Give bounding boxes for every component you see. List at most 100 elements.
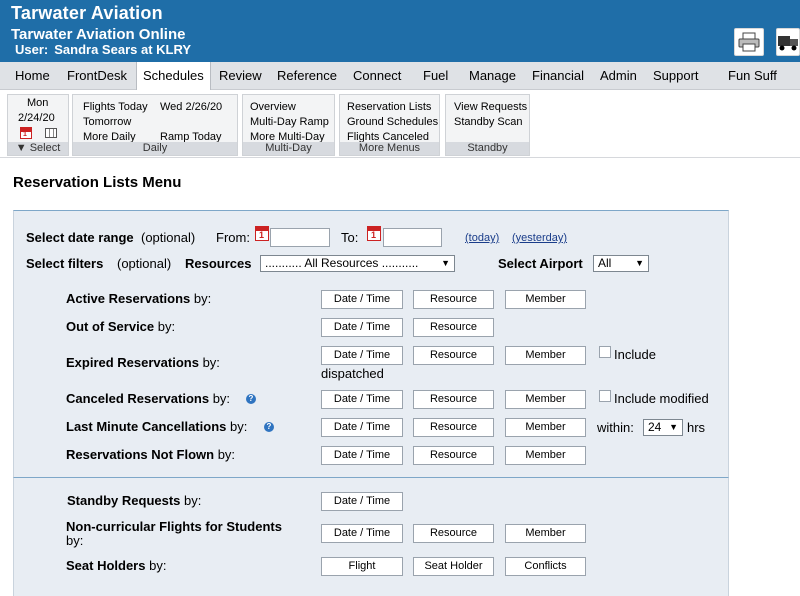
canceled-date-time-button[interactable]: Date / Time: [321, 390, 403, 409]
ribbon-multiday-footer: Multi-Day: [243, 142, 334, 155]
noncurricular-row: Non-curricular Flights for Students: [66, 519, 282, 534]
yesterday-link[interactable]: (yesterday): [512, 232, 567, 244]
flights-today-link[interactable]: Flights Today: [83, 101, 148, 113]
nav-admin[interactable]: Admin: [594, 62, 643, 90]
reservations-not-flown-row: Reservations Not Flown by:: [66, 447, 235, 462]
select-footer-label: Select: [29, 142, 61, 154]
active-resource-button[interactable]: Resource: [413, 290, 494, 309]
nav-support[interactable]: Support: [647, 62, 705, 90]
filters-optional: (optional): [117, 256, 172, 271]
row-title: Last Minute Cancellations: [66, 419, 227, 434]
canceled-resource-button[interactable]: Resource: [413, 390, 494, 409]
ribbon-group-standby: View Requests Standby Scan Standby: [445, 94, 530, 156]
row-title: Non-curricular Flights for Students: [66, 519, 282, 534]
select-day: Mon: [27, 97, 49, 109]
seat-holders-conflicts-button[interactable]: Conflicts: [505, 557, 586, 576]
active-reservations-row: Active Reservations by:: [66, 291, 211, 306]
not-flown-date-time-button[interactable]: Date / Time: [321, 446, 403, 465]
from-date-input[interactable]: [270, 228, 330, 247]
row-title: Seat Holders: [66, 558, 146, 573]
select-date[interactable]: 2/24/20: [18, 112, 55, 124]
ground-schedules-link[interactable]: Ground Schedules: [347, 116, 438, 128]
chevron-down-icon: ▼: [669, 422, 678, 432]
noncurricular-date-time-button[interactable]: Date / Time: [321, 524, 403, 543]
airport-select[interactable]: All ▼: [593, 255, 649, 272]
not-flown-resource-button[interactable]: Resource: [413, 446, 494, 465]
filters-label: Select filters: [26, 256, 104, 271]
canceled-reservations-row: Canceled Reservations by:: [66, 391, 230, 406]
printer-icon[interactable]: [734, 28, 764, 56]
reservation-lists-link[interactable]: Reservation Lists: [347, 101, 431, 113]
grid-icon[interactable]: [45, 128, 57, 138]
to-calendar-icon[interactable]: 1: [367, 226, 381, 241]
expired-resource-button[interactable]: Resource: [413, 346, 494, 365]
nav-review[interactable]: Review: [213, 62, 268, 90]
date-range-optional: (optional): [141, 230, 196, 245]
row-title: Canceled Reservations: [66, 391, 210, 406]
nav-connect[interactable]: Connect: [347, 62, 407, 90]
nav-fuel[interactable]: Fuel: [417, 62, 454, 90]
row-title: Standby Requests: [67, 493, 181, 508]
resources-select[interactable]: ........... All Resources ........... ▼: [260, 255, 455, 272]
date-range-label: Select date range: [26, 230, 134, 245]
expired-date-time-button[interactable]: Date / Time: [321, 346, 403, 365]
hrs-label: hrs: [687, 420, 706, 435]
help-icon[interactable]: ?: [264, 422, 274, 432]
include-modified-checkbox[interactable]: [599, 390, 611, 402]
include-dispatched-checkbox[interactable]: [599, 346, 611, 358]
ribbon-select-footer[interactable]: ▼ Select: [8, 142, 68, 155]
airport-label: Select Airport: [498, 256, 583, 271]
from-calendar-icon[interactable]: 1: [255, 226, 269, 241]
schedules-ribbon: Mon 2/24/20 1 ▼ Select Flights Today Tom…: [0, 90, 800, 158]
ribbon-more-menus-footer: More Menus: [340, 142, 439, 155]
resources-select-value: ........... All Resources ...........: [265, 256, 419, 270]
nav-manage[interactable]: Manage: [463, 62, 522, 90]
nav-home[interactable]: Home: [9, 62, 56, 90]
within-hours-select[interactable]: 24 ▼: [643, 419, 683, 436]
not-flown-member-button[interactable]: Member: [505, 446, 586, 465]
row-by: by:: [230, 419, 248, 434]
page-title: Reservation Lists Menu: [13, 174, 182, 191]
canceled-member-button[interactable]: Member: [505, 390, 586, 409]
chevron-down-icon: ▼: [15, 142, 30, 154]
help-icon[interactable]: ?: [246, 394, 256, 404]
noncurricular-resource-button[interactable]: Resource: [413, 524, 494, 543]
active-member-button[interactable]: Member: [505, 290, 586, 309]
last-minute-cancellations-row: Last Minute Cancellations by:: [66, 419, 247, 434]
nav-fun-suff[interactable]: Fun Suff: [722, 62, 783, 90]
user-value: Sandra Sears at KLRY: [54, 42, 192, 57]
oos-resource-button[interactable]: Resource: [413, 318, 494, 337]
seat-holders-seat-holder-button[interactable]: Seat Holder: [413, 557, 494, 576]
standby-date-time-button[interactable]: Date / Time: [321, 492, 403, 511]
overview-link[interactable]: Overview: [250, 101, 296, 113]
main-nav: Home FrontDesk Schedules Review Referenc…: [0, 62, 800, 91]
dispatched-label: dispatched: [321, 366, 384, 381]
oos-date-time-button[interactable]: Date / Time: [321, 318, 403, 337]
nav-reference[interactable]: Reference: [271, 62, 343, 90]
row-title: Expired Reservations: [66, 355, 199, 370]
ribbon-group-more-menus: Reservation Lists Ground Schedules Fligh…: [339, 94, 440, 156]
from-label: From:: [216, 230, 250, 245]
calendar-icon[interactable]: 1: [20, 127, 32, 139]
expired-member-button[interactable]: Member: [505, 346, 586, 365]
to-date-input[interactable]: [383, 228, 442, 247]
nav-frontdesk[interactable]: FrontDesk: [61, 62, 133, 90]
truck-icon[interactable]: [776, 28, 800, 56]
last-minute-resource-button[interactable]: Resource: [413, 418, 494, 437]
today-link[interactable]: (today): [465, 232, 499, 244]
wed-date-link[interactable]: Wed 2/26/20: [160, 101, 222, 113]
last-minute-date-time-button[interactable]: Date / Time: [321, 418, 403, 437]
brand-name: Tarwater Aviation: [11, 3, 163, 23]
last-minute-member-button[interactable]: Member: [505, 418, 586, 437]
seat-holders-flight-button[interactable]: Flight: [321, 557, 403, 576]
active-date-time-button[interactable]: Date / Time: [321, 290, 403, 309]
multi-day-ramp-link[interactable]: Multi-Day Ramp: [250, 116, 329, 128]
tomorrow-link[interactable]: Tomorrow: [83, 116, 131, 128]
nav-schedules[interactable]: Schedules: [136, 62, 211, 91]
standby-scan-link[interactable]: Standby Scan: [454, 116, 523, 128]
nav-financial[interactable]: Financial: [526, 62, 590, 90]
noncurricular-member-button[interactable]: Member: [505, 524, 586, 543]
ribbon-group-daily: Flights Today Tomorrow More Daily Wed 2/…: [72, 94, 238, 156]
view-requests-link[interactable]: View Requests: [454, 101, 527, 113]
to-label: To:: [341, 230, 359, 245]
